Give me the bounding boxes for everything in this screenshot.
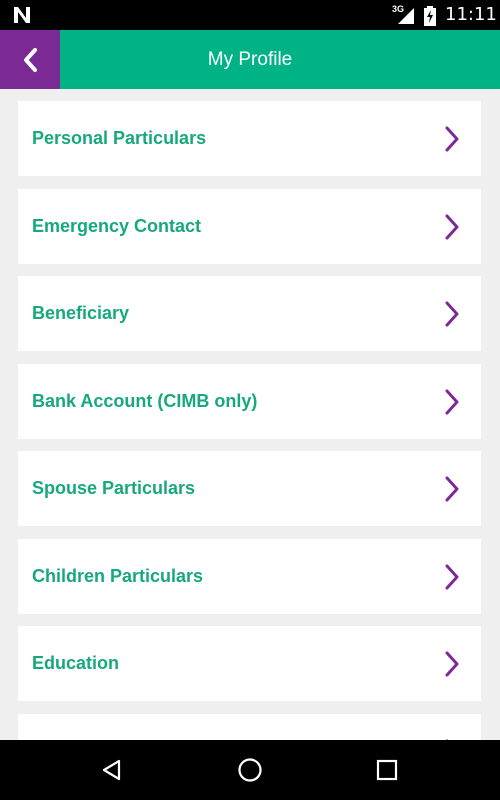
square-recent-icon	[376, 759, 398, 781]
chevron-right-icon	[445, 476, 459, 501]
circle-home-icon	[238, 758, 262, 782]
status-bar: 3G 11:11	[0, 0, 500, 30]
menu-item-education[interactable]: Education	[18, 626, 481, 701]
menu-item-bank-account[interactable]: Bank Account (CIMB only)	[18, 364, 481, 439]
system-nav-bar	[0, 740, 500, 800]
status-time: 11:11	[445, 4, 497, 25]
menu-item-children-particulars[interactable]: Children Particulars	[18, 539, 481, 614]
signal-icon	[398, 8, 414, 24]
menu-item-spouse-particulars[interactable]: Spouse Particulars	[18, 451, 481, 526]
menu-item-partial[interactable]	[18, 714, 481, 740]
chevron-right-icon	[445, 651, 459, 676]
page-title: My Profile	[207, 49, 293, 70]
triangle-back-icon	[102, 759, 121, 781]
menu-item-personal-particulars[interactable]: Personal Particulars	[18, 101, 481, 176]
chevron-right-icon	[445, 126, 459, 151]
nav-recent-button[interactable]	[373, 756, 401, 784]
app-bar: My Profile	[0, 30, 500, 89]
profile-menu-list: Personal Particulars Emergency Contact B…	[0, 89, 500, 740]
menu-item-label: Children Particulars	[32, 566, 204, 586]
battery-icon	[424, 6, 436, 26]
menu-item-label: Personal Particulars	[32, 128, 207, 148]
menu-item-label: Emergency Contact	[32, 216, 202, 236]
menu-item-label: Beneficiary	[32, 303, 130, 323]
chevron-right-icon	[445, 214, 459, 239]
back-button[interactable]	[0, 30, 60, 89]
chevron-left-icon	[24, 47, 37, 72]
menu-item-beneficiary[interactable]: Beneficiary	[18, 276, 481, 351]
menu-item-label: Bank Account (CIMB only)	[32, 391, 258, 411]
chevron-right-icon	[445, 564, 459, 589]
nav-back-button[interactable]	[98, 756, 126, 784]
notification-n-icon	[14, 7, 30, 23]
chevron-right-icon	[445, 389, 459, 414]
menu-item-emergency-contact[interactable]: Emergency Contact	[18, 189, 481, 264]
menu-item-label: Education	[32, 653, 120, 673]
nav-home-button[interactable]	[236, 756, 264, 784]
menu-item-label: Spouse Particulars	[32, 478, 196, 498]
chevron-right-icon	[445, 301, 459, 326]
